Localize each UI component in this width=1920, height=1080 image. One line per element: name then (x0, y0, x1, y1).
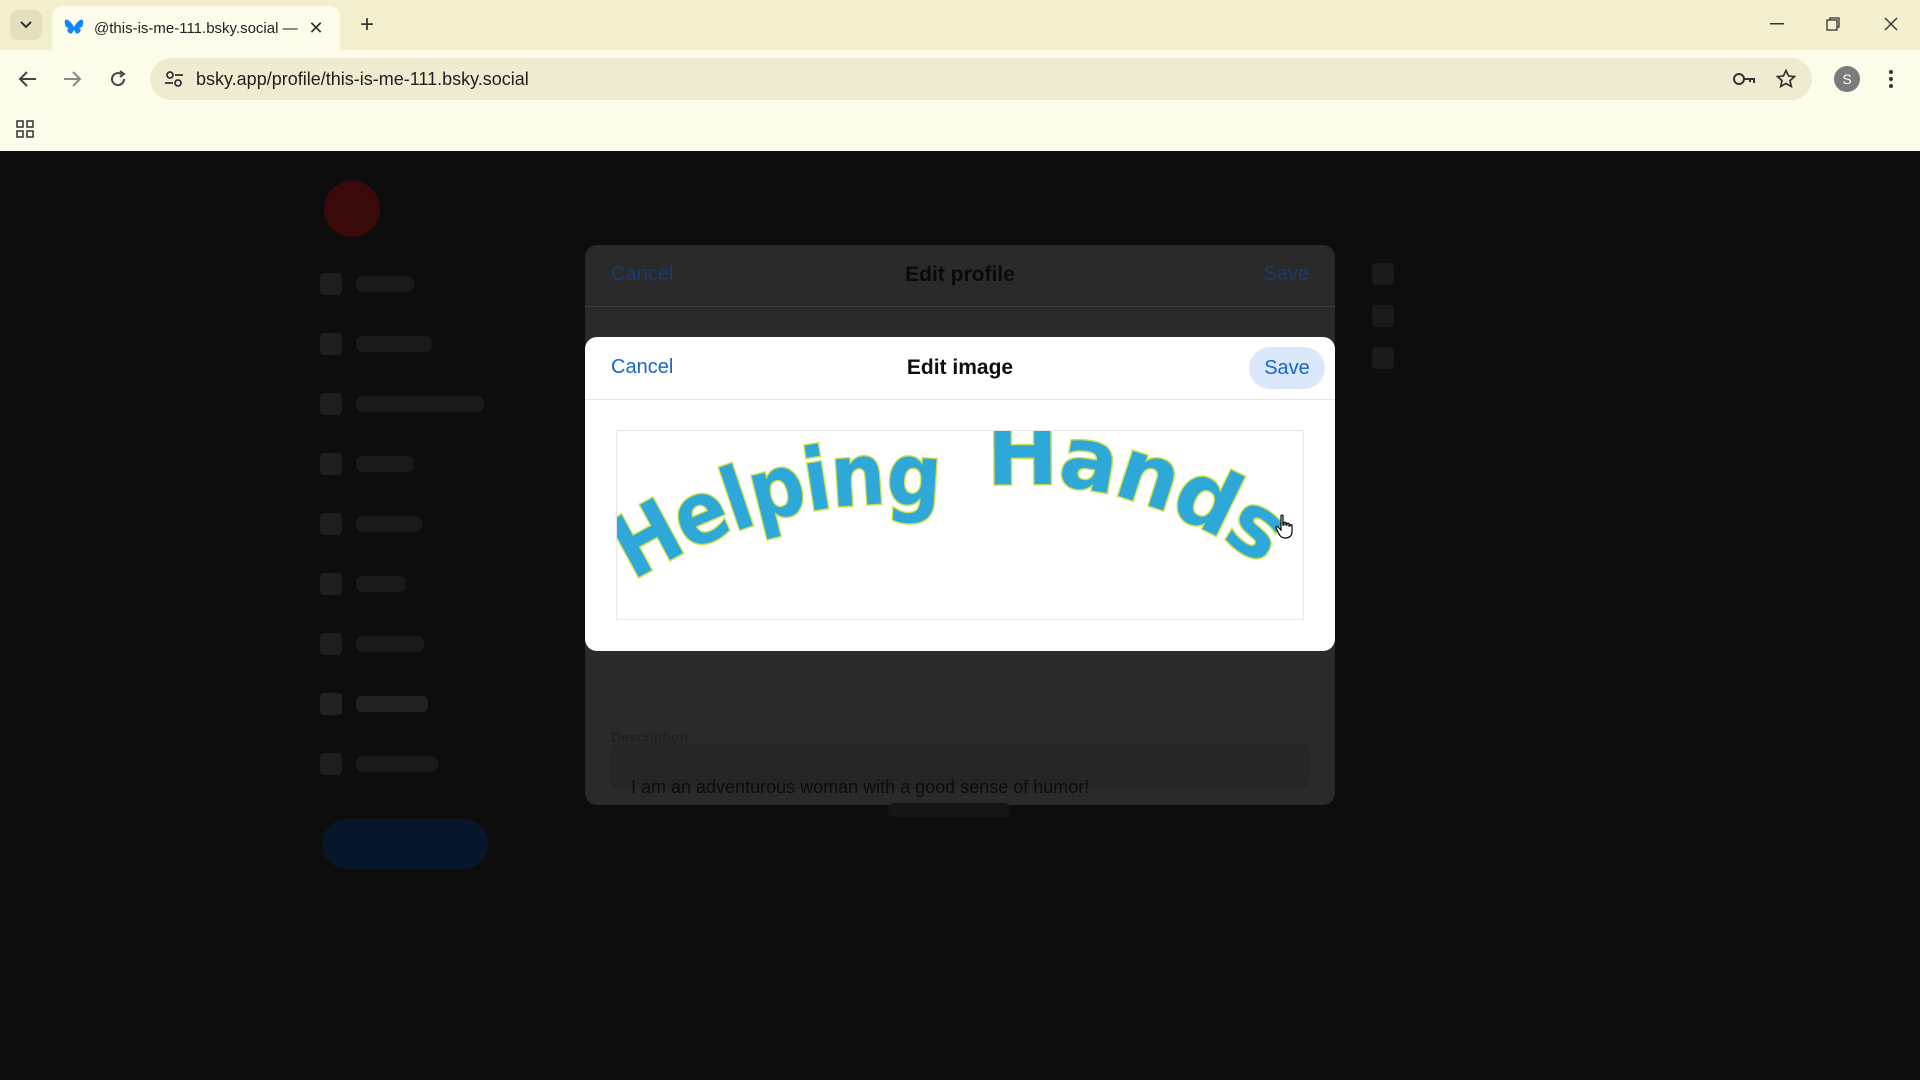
url-text[interactable]: bsky.app/profile/this-is-me-111.bsky.soc… (196, 69, 529, 90)
tune-icon (165, 71, 183, 87)
sidebar-item-lists (320, 573, 406, 595)
sidebar-item-profile (320, 693, 428, 715)
image-crop-area[interactable]: Helping Hands (593, 403, 1308, 620)
sidebar-item-explore (320, 333, 432, 355)
browser-tab[interactable]: @this-is-me-111.bsky.social — ✕ (52, 6, 340, 50)
sidebar-item-placeholder (356, 636, 424, 652)
description-value: I am an adventurous woman with a good se… (631, 777, 1090, 797)
home-icon (320, 273, 342, 295)
address-bar[interactable]: bsky.app/profile/this-is-me-111.bsky.soc… (150, 58, 1812, 100)
sidebar-item-settings (320, 753, 438, 775)
hand-pointer-cursor-icon (1275, 514, 1293, 539)
bookmark-star-button[interactable] (1772, 65, 1800, 93)
edit-image-cancel-button[interactable]: Cancel (611, 356, 673, 379)
chevron-down-icon (20, 21, 32, 29)
helping-hands-banner-image: Helping Hands (593, 403, 1307, 600)
edit-profile-header: Cancel Edit profile Save (585, 245, 1335, 307)
edit-image-header: Cancel Edit image Save (585, 337, 1335, 400)
more-vertical-icon (1889, 70, 1893, 88)
restore-icon (1826, 17, 1840, 31)
apps-grid-icon (16, 120, 34, 138)
edit-image-title: Edit image (906, 356, 1014, 379)
bookmark-icon (320, 633, 342, 655)
sidebar-item-placeholder (356, 276, 414, 292)
dimmed-button (888, 803, 1010, 817)
browser-titlebar: @this-is-me-111.bsky.social — ✕ + (0, 0, 1920, 50)
list-icon (320, 573, 342, 595)
tab-search-button[interactable] (10, 10, 42, 40)
right-column-icon (1372, 305, 1394, 327)
user-icon (320, 693, 342, 715)
apps-button[interactable] (12, 116, 38, 142)
page-viewport: Cancel Edit profile Save Description I a… (0, 151, 1920, 1080)
arrow-right-icon (64, 71, 82, 87)
banner-text-word-2: Hands (986, 431, 1303, 582)
sidebar-item-placeholder (356, 696, 428, 712)
new-post-button (322, 819, 488, 869)
sidebar-item-placeholder (356, 756, 438, 772)
key-icon (1733, 73, 1755, 85)
sidebar-item-feeds (320, 513, 422, 535)
edit-profile-save-button: Save (1263, 263, 1309, 285)
reload-icon (111, 70, 126, 87)
minimize-icon (1770, 23, 1784, 25)
user-avatar (324, 181, 380, 237)
new-tab-button[interactable]: + (352, 10, 382, 40)
forward-button[interactable] (54, 61, 90, 97)
sidebar-item-placeholder (356, 456, 414, 472)
bookmarks-bar (0, 108, 1920, 151)
sidebar-item-notifications (320, 393, 484, 415)
restore-window-button[interactable] (1810, 4, 1856, 44)
search-icon (320, 333, 342, 355)
sidebar-item-placeholder (356, 336, 432, 352)
arrow-left-icon (18, 71, 36, 87)
back-button[interactable] (10, 61, 46, 97)
close-window-button[interactable] (1868, 4, 1914, 44)
gear-icon (320, 753, 342, 775)
hash-icon (320, 513, 342, 535)
profile-avatar-button[interactable]: S (1834, 66, 1860, 92)
bluesky-butterfly-icon (64, 18, 84, 38)
edit-profile-title: Edit profile (905, 263, 1015, 286)
sidebar-item-placeholder (356, 576, 406, 592)
site-info-button[interactable] (160, 65, 188, 93)
right-column-icon (1372, 263, 1394, 285)
close-icon (1884, 17, 1898, 31)
bell-icon (320, 393, 342, 415)
tab-title: @this-is-me-111.bsky.social — (94, 19, 298, 37)
browser-menu-button[interactable] (1878, 66, 1904, 92)
chat-icon (320, 453, 342, 475)
right-column-icon (1372, 347, 1394, 369)
reload-button[interactable] (100, 61, 136, 97)
minimize-window-button[interactable] (1754, 4, 1800, 44)
edit-image-save-button[interactable]: Save (1249, 347, 1325, 389)
password-key-button[interactable] (1730, 65, 1758, 93)
sidebar-item-placeholder (356, 516, 422, 532)
banner-text-word-1: Helping (617, 431, 943, 599)
close-tab-icon[interactable]: ✕ (304, 16, 328, 40)
star-icon (1776, 69, 1796, 89)
sidebar-item-home (320, 273, 414, 295)
sidebar-item-placeholder (356, 396, 484, 412)
sidebar-item-saved (320, 633, 424, 655)
browser-toolbar: bsky.app/profile/this-is-me-111.bsky.soc… (0, 50, 1920, 108)
sidebar-item-chat (320, 453, 414, 475)
edit-image-modal: Cancel Edit image Save Helping Hands (585, 337, 1335, 651)
